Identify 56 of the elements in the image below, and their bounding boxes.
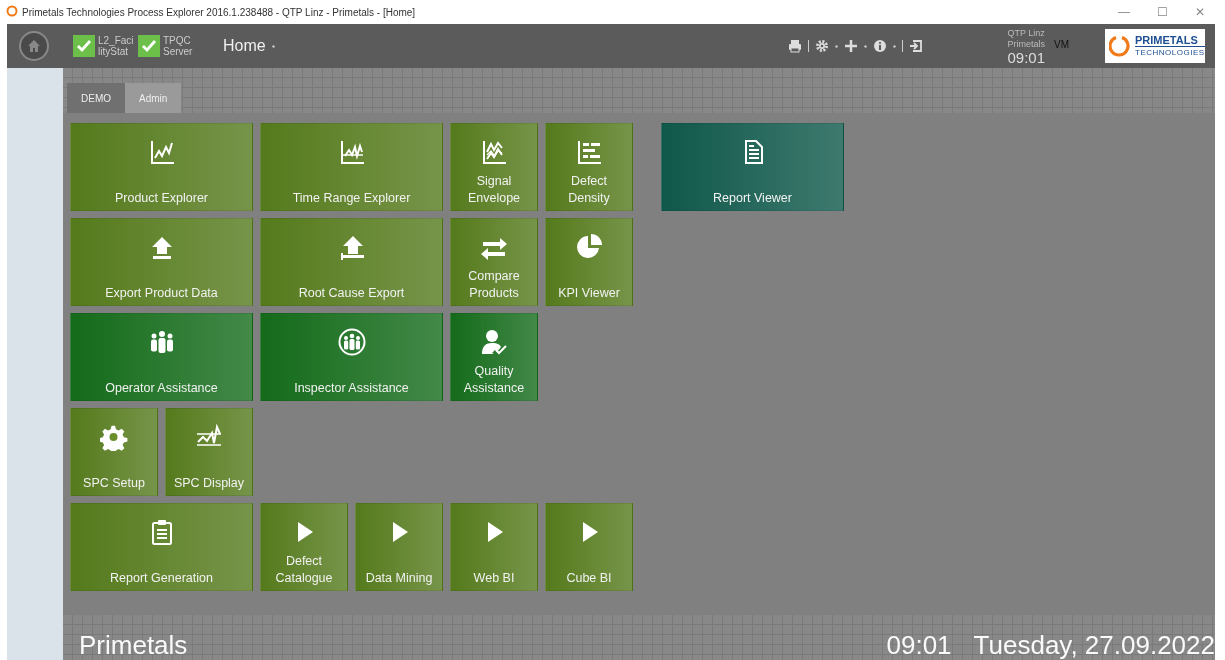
app-tile[interactable]: Defect Catalogue <box>260 503 348 591</box>
people-circle-icon <box>337 328 366 356</box>
site-name: QTP Linz <box>1007 27 1046 39</box>
maximize-button[interactable]: ☐ <box>1145 5 1179 19</box>
app-logo-icon <box>6 5 18 19</box>
logout-icon[interactable] <box>909 39 924 53</box>
tab[interactable]: Admin <box>125 83 182 113</box>
app-tile[interactable]: Signal Envelope <box>450 123 538 211</box>
bar-list-icon <box>575 138 603 166</box>
ring-logo-icon <box>1109 35 1131 57</box>
user-check-icon <box>480 328 508 356</box>
app-tile[interactable]: SPC Setup <box>70 408 158 496</box>
logo-wordmark: PRIMETALS <box>1135 34 1205 47</box>
tab[interactable]: DEMO <box>67 83 125 113</box>
app-tile[interactable]: Time Range Explorer <box>260 123 443 211</box>
footer-company: Primetals <box>79 630 188 660</box>
settings-icon[interactable] <box>815 39 830 53</box>
multi-line-chart-icon <box>480 138 508 166</box>
info-icon[interactable] <box>873 39 888 53</box>
app-tile[interactable]: KPI Viewer <box>545 218 633 306</box>
dropdown-dot-icon <box>835 44 839 48</box>
pie-chart-icon <box>575 233 603 261</box>
app-tile[interactable]: Compare Products <box>450 218 538 306</box>
house-icon <box>27 39 41 53</box>
logo-subtitle: TECHNOLOGIES <box>1135 47 1205 58</box>
app-tile[interactable]: Quality Assistance <box>450 313 538 401</box>
window-title: Primetals Technologies Process Explorer 2016.1.238488 - QTP Linz - Primetals - [Home] <box>22 6 417 18</box>
company-name: Primetals <box>1007 38 1045 50</box>
app-tile[interactable]: Export Product Data <box>70 218 253 306</box>
gear-icon <box>100 423 128 451</box>
app-tile[interactable]: Report Viewer <box>661 123 844 211</box>
app-tile[interactable]: Defect Density <box>545 123 633 211</box>
footer-date: Tuesday, 27.09.2022 <box>973 630 1215 660</box>
footer-time: 09:01 <box>886 630 952 660</box>
status-label: TPQC Server <box>163 35 194 57</box>
close-button[interactable]: ✕ <box>1183 5 1217 19</box>
app-tile[interactable]: SPC Display <box>165 408 253 496</box>
dropdown-dot-icon <box>864 44 868 48</box>
app-tile[interactable]: Operator Assistance <box>70 313 253 401</box>
app-tile[interactable]: Data Mining <box>355 503 443 591</box>
home-menu[interactable]: Home <box>223 37 266 55</box>
plus-icon[interactable] <box>844 39 859 53</box>
minimize-button[interactable]: — <box>1107 5 1141 19</box>
dropdown-dot-icon <box>271 44 275 48</box>
header-time: 09:01 <box>1007 49 1047 65</box>
app-tile[interactable]: Report Generation <box>70 503 253 591</box>
dropdown-dot-icon <box>893 44 897 48</box>
user-initials: VM <box>1054 38 1069 50</box>
print-icon[interactable] <box>788 39 803 53</box>
app-tile[interactable]: Root Cause Export <box>260 218 443 306</box>
app-tile[interactable]: Cube BI <box>545 503 633 591</box>
app-tile[interactable]: Web BI <box>450 503 538 591</box>
app-tile[interactable]: Inspector Assistance <box>260 313 443 401</box>
app-tile[interactable]: Product Explorer <box>70 123 253 211</box>
home-button[interactable] <box>19 31 49 61</box>
status-label: L2_Faci lityStat <box>98 35 134 57</box>
